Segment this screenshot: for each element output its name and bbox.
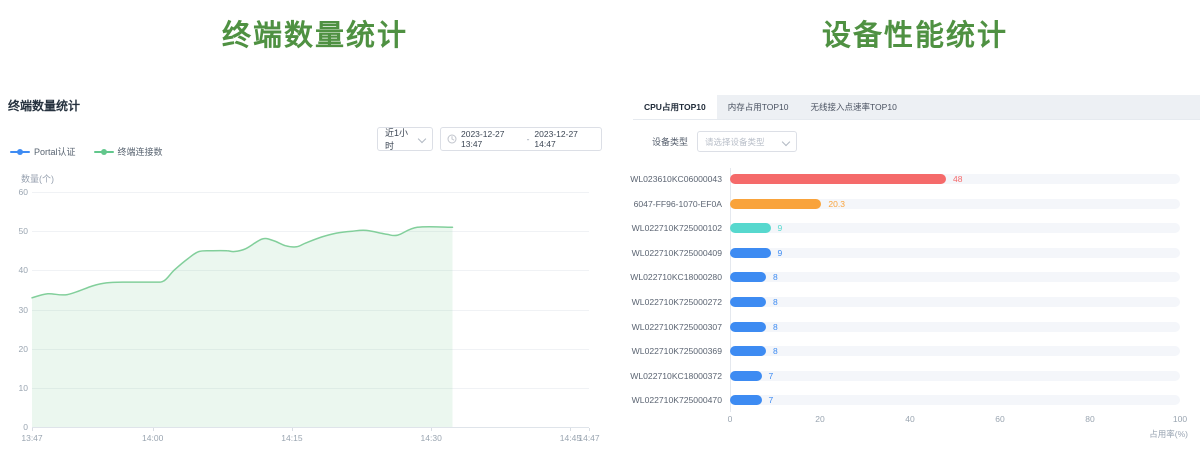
- x-tick-label: 14:15: [281, 433, 302, 443]
- bar-track: [730, 371, 1180, 381]
- x-tick-mark: [570, 428, 571, 431]
- x-tick-mark: [589, 428, 590, 431]
- bar-value-label: 9: [778, 248, 783, 258]
- clock-icon: [447, 134, 457, 144]
- date-range-start: 2023-12-27 13:47: [461, 129, 522, 149]
- device-performance-section: 设备性能统计 CPU占用TOP10 内存占用TOP10 无线接入点速率TOP10…: [630, 0, 1200, 456]
- bar-value-label: 8: [773, 322, 778, 332]
- legend-label-terminal-connections: 终端连接数: [118, 145, 163, 158]
- tab-memory-top10[interactable]: 内存占用TOP10: [717, 95, 800, 119]
- y-tick-label: 0: [0, 422, 28, 432]
- area-fill: [32, 227, 453, 427]
- terminal-count-line-chart: 数量(个) 0 10 20 30 40 50 60 13:47 14:00 14:15 14:30 1…: [0, 170, 630, 454]
- bar-category-label: WL022710KC18000372: [630, 371, 722, 381]
- bar-track: [730, 297, 1180, 307]
- bar-x-tick-label: 60: [995, 414, 1004, 424]
- bar: [730, 346, 766, 356]
- bar-category-label: WL022710K725000369: [630, 346, 722, 356]
- chevron-down-icon: [782, 137, 790, 145]
- y-tick-label: 40: [0, 265, 28, 275]
- bar-x-tick-label: 0: [728, 414, 733, 424]
- bar: [730, 395, 762, 405]
- terminal-panel-title: 终端数量统计: [8, 97, 80, 114]
- bar: [730, 199, 821, 209]
- date-range-picker[interactable]: 2023-12-27 13:47 - 2023-12-27 14:47: [440, 127, 602, 151]
- bar: [730, 322, 766, 332]
- bar-category-label: WL022710KC18000280: [630, 272, 722, 282]
- terminal-connections-series: [32, 192, 589, 427]
- x-tick-label: 14:47: [578, 433, 599, 443]
- bar: [730, 371, 762, 381]
- bar-value-label: 7: [769, 371, 774, 381]
- device-type-placeholder: 请选择设备类型: [705, 136, 765, 148]
- bar-category-label: 6047-FF96-1070-EF0A: [630, 199, 722, 209]
- bar-x-tick-label: 40: [905, 414, 914, 424]
- bar-category-label: WL023610KC06000043: [630, 174, 722, 184]
- date-range-separator: -: [527, 134, 530, 144]
- bar-category-label: WL022710K725000470: [630, 395, 722, 405]
- bar-track: [730, 272, 1180, 282]
- bar-x-tick-label: 80: [1085, 414, 1094, 424]
- x-tick-label: 14:30: [421, 433, 442, 443]
- bar-track: [730, 322, 1180, 332]
- legend-item-terminal-connections[interactable]: 终端连接数: [94, 145, 163, 158]
- bar-category-label: WL022710K725000307: [630, 322, 722, 332]
- bar-category-label: WL022710K725000272: [630, 297, 722, 307]
- y-tick-label: 50: [0, 226, 28, 236]
- bar-value-label: 48: [953, 174, 962, 184]
- tab-cpu-top10[interactable]: CPU占用TOP10: [633, 95, 717, 119]
- bar-track: [730, 395, 1180, 405]
- bar-category-label: WL022710K725000409: [630, 248, 722, 258]
- tab-wireless-ap-rate-top10[interactable]: 无线接入点速率TOP10: [800, 95, 908, 119]
- bar-track: [730, 346, 1180, 356]
- bar-value-label: 8: [773, 346, 778, 356]
- legend-marker-terminal-connections-icon: [94, 148, 114, 156]
- time-range-value: 近1小时: [385, 126, 413, 152]
- bar: [730, 297, 766, 307]
- bar-chart-x-axis-label: 占用率(%): [1100, 428, 1188, 440]
- bar-x-tick-label: 20: [815, 414, 824, 424]
- legend-label-portal-auth: Portal认证: [34, 145, 76, 158]
- device-type-row: 设备类型 请选择设备类型: [652, 131, 797, 152]
- x-tick-mark: [32, 428, 33, 431]
- dashboard: 终端数量统计 终端数量统计 近1小时 2023-12-27 13:47 - 20…: [0, 0, 1200, 456]
- terminal-stats-section: 终端数量统计 终端数量统计 近1小时 2023-12-27 13:47 - 20…: [0, 0, 630, 456]
- bar-category-label: WL022710K725000102: [630, 223, 722, 233]
- y-tick-label: 60: [0, 187, 28, 197]
- device-type-select[interactable]: 请选择设备类型: [697, 131, 797, 152]
- bar-value-label: 7: [769, 395, 774, 405]
- line-chart-y-axis-label: 数量(个): [21, 172, 54, 185]
- x-tick-mark: [153, 428, 154, 431]
- bar-track: [730, 223, 1180, 233]
- bar: [730, 248, 771, 258]
- x-tick-mark: [431, 428, 432, 431]
- bar: [730, 272, 766, 282]
- legend-item-portal-auth[interactable]: Portal认证: [10, 145, 76, 158]
- bar-value-label: 8: [773, 297, 778, 307]
- cpu-top10-bar-chart: 占用率(%) WL023610KC06000043 48 6047-FF96-107…: [630, 160, 1200, 456]
- y-tick-label: 20: [0, 344, 28, 354]
- bar-value-label: 9: [778, 223, 783, 233]
- y-tick-label: 30: [0, 305, 28, 315]
- time-range-select[interactable]: 近1小时: [377, 127, 433, 151]
- device-type-label: 设备类型: [652, 135, 688, 148]
- bar-value-label: 20.3: [828, 199, 845, 209]
- device-performance-page-title: 设备性能统计: [630, 12, 1200, 54]
- y-tick-label: 10: [0, 383, 28, 393]
- chevron-down-icon: [418, 135, 426, 143]
- bar: [730, 223, 771, 233]
- legend-marker-portal-auth-icon: [10, 148, 30, 156]
- x-tick-label: 13:47: [21, 433, 42, 443]
- bar-track: [730, 248, 1180, 258]
- line-chart-legend: Portal认证 终端连接数: [10, 145, 163, 158]
- terminal-stats-page-title: 终端数量统计: [0, 12, 630, 54]
- date-range-end: 2023-12-27 14:47: [534, 129, 595, 149]
- y-gridline: [32, 427, 589, 428]
- x-tick-mark: [292, 428, 293, 431]
- bar-x-tick-label: 100: [1173, 414, 1187, 424]
- bar-value-label: 8: [773, 272, 778, 282]
- performance-tabbar: CPU占用TOP10 内存占用TOP10 无线接入点速率TOP10: [633, 95, 1200, 120]
- bar: [730, 174, 946, 184]
- x-tick-label: 14:00: [142, 433, 163, 443]
